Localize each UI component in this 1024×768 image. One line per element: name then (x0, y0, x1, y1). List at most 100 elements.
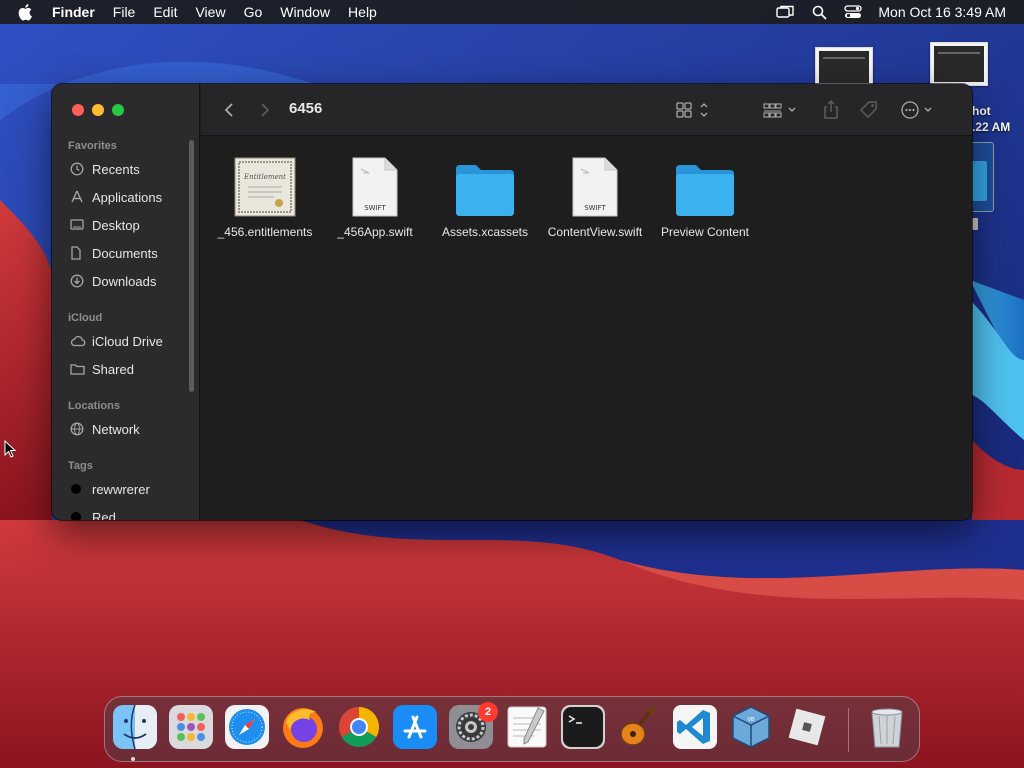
dock-finder[interactable] (112, 704, 158, 750)
file-item-swift[interactable]: SWIFT _456App.swift (317, 151, 433, 239)
vscode-icon (673, 705, 717, 749)
dock-chrome[interactable] (336, 704, 382, 750)
launchpad-icon (169, 705, 213, 749)
svg-text:VB: VB (748, 717, 755, 723)
share-button[interactable] (819, 98, 843, 122)
sidebar-item-label: Documents (92, 245, 158, 261)
menu-go[interactable]: Go (235, 0, 272, 24)
folder-icon (675, 151, 735, 217)
sidebar-item-label: Network (92, 421, 140, 437)
file-browser-area[interactable]: Entitlement _456.entitlements SWIFT _456… (201, 137, 972, 520)
svg-text:Entitlement: Entitlement (243, 173, 286, 181)
mouse-cursor-icon (4, 440, 17, 458)
folder-item-assets[interactable]: Assets.xcassets (427, 151, 543, 239)
minimize-window-button[interactable] (92, 104, 104, 116)
file-item-swift[interactable]: SWIFT ContentView.swift (537, 151, 653, 239)
menu-file[interactable]: File (104, 0, 145, 24)
tag-icon (860, 101, 877, 118)
sidebar-scrollbar[interactable] (189, 140, 194, 392)
sidebar-item-label: Recents (92, 161, 140, 177)
file-name: Assets.xcassets (441, 225, 529, 239)
chrome-icon (339, 707, 379, 747)
shared-folder-icon (70, 363, 92, 375)
sidebar-item-icloud-drive[interactable]: iCloud Drive (70, 330, 163, 352)
guitar-icon (620, 706, 656, 746)
group-by-button[interactable] (761, 98, 801, 122)
textedit-icon (507, 706, 547, 748)
view-mode-button[interactable] (673, 98, 711, 122)
zoom-window-button[interactable] (112, 104, 124, 116)
sidebar-item-label: Desktop (92, 217, 140, 233)
dock-app-store[interactable] (392, 704, 438, 750)
applications-icon (70, 190, 92, 204)
tags-button[interactable] (857, 98, 881, 122)
dock-terminal[interactable] (560, 704, 606, 750)
more-actions-button[interactable] (899, 98, 939, 122)
sidebar-section-icloud: iCloud (68, 312, 103, 324)
roblox-icon (788, 708, 826, 746)
back-button[interactable] (219, 98, 239, 122)
sidebar-item-documents[interactable]: Documents (70, 242, 158, 264)
sidebar-item-label: iCloud Drive (92, 333, 163, 349)
sidebar-item-applications[interactable]: Applications (70, 186, 162, 208)
file-item-entitlements[interactable]: Entitlement _456.entitlements (207, 151, 323, 239)
file-name: _456App.swift (337, 225, 413, 239)
folder-item-preview-content[interactable]: Preview Content (647, 151, 763, 239)
toolbar: 6456 (201, 84, 972, 136)
sidebar-item-network[interactable]: Network (70, 418, 140, 440)
menu-window[interactable]: Window (271, 0, 339, 24)
swift-file-icon: SWIFT (571, 151, 619, 217)
menu-edit[interactable]: Edit (144, 0, 186, 24)
spotlight-search-icon[interactable] (802, 0, 836, 24)
dock-virtualbox[interactable]: VB (728, 704, 774, 750)
desktop-screenshot-thumbnail[interactable] (815, 47, 873, 87)
svg-text:SWIFT: SWIFT (364, 204, 386, 212)
dock-launchpad[interactable] (168, 704, 214, 750)
dock-safari[interactable] (224, 704, 270, 750)
sidebar-item-desktop[interactable]: Desktop (70, 214, 140, 236)
sidebar-item-downloads[interactable]: Downloads (70, 270, 156, 292)
dock-roblox[interactable] (784, 704, 830, 750)
screen-mirroring-icon[interactable] (768, 0, 802, 24)
forward-button[interactable] (255, 98, 275, 122)
menu-app-name[interactable]: Finder (52, 0, 104, 24)
menu-view[interactable]: View (186, 0, 234, 24)
group-grid-icon (763, 103, 796, 118)
dock-firefox[interactable] (280, 704, 326, 750)
sidebar-item-tag-red[interactable]: Red (70, 506, 116, 520)
terminal-icon (561, 705, 605, 749)
tag-dot-icon (70, 511, 92, 520)
finder-icon (113, 704, 157, 750)
dock-textedit[interactable] (504, 704, 550, 750)
trash-icon (871, 708, 903, 748)
swift-file-icon: SWIFT (351, 151, 399, 217)
ellipsis-circle-icon (901, 101, 932, 119)
chevron-left-icon (224, 103, 233, 117)
close-window-button[interactable] (72, 104, 84, 116)
share-icon (824, 100, 838, 119)
file-name: _456.entitlements (217, 225, 313, 239)
globe-icon (70, 422, 92, 436)
sidebar-item-label: Downloads (92, 273, 157, 289)
dock-trash[interactable] (864, 704, 910, 750)
desktop-item-label[interactable]: .22 AM (972, 120, 1010, 134)
sidebar-item-recents[interactable]: Recents (70, 158, 140, 180)
dock-vscode[interactable] (672, 704, 718, 750)
sidebar-item-label: Shared (92, 361, 134, 377)
sidebar-section-favorites: Favorites (68, 140, 117, 152)
folder-icon (455, 151, 515, 217)
file-name: Preview Content (660, 225, 750, 239)
sidebar-item-tag-rewwrerer[interactable]: rewwrerer (70, 478, 150, 500)
menu-clock[interactable]: Mon Oct 16 3:49 AM (870, 4, 1024, 20)
control-center-icon[interactable] (836, 0, 870, 24)
running-indicator (131, 757, 135, 761)
desktop-item-label[interactable]: hot (972, 104, 991, 118)
sidebar-item-shared[interactable]: Shared (70, 358, 134, 380)
desktop-screenshot-thumbnail[interactable] (930, 42, 988, 86)
window-title: 6456 (289, 100, 323, 117)
icon-view-grid-icon (676, 102, 708, 118)
sidebar-item-label: Applications (92, 189, 163, 205)
menu-help[interactable]: Help (339, 0, 386, 24)
dock-garageband[interactable] (616, 704, 662, 750)
apple-menu-icon[interactable] (0, 3, 52, 21)
